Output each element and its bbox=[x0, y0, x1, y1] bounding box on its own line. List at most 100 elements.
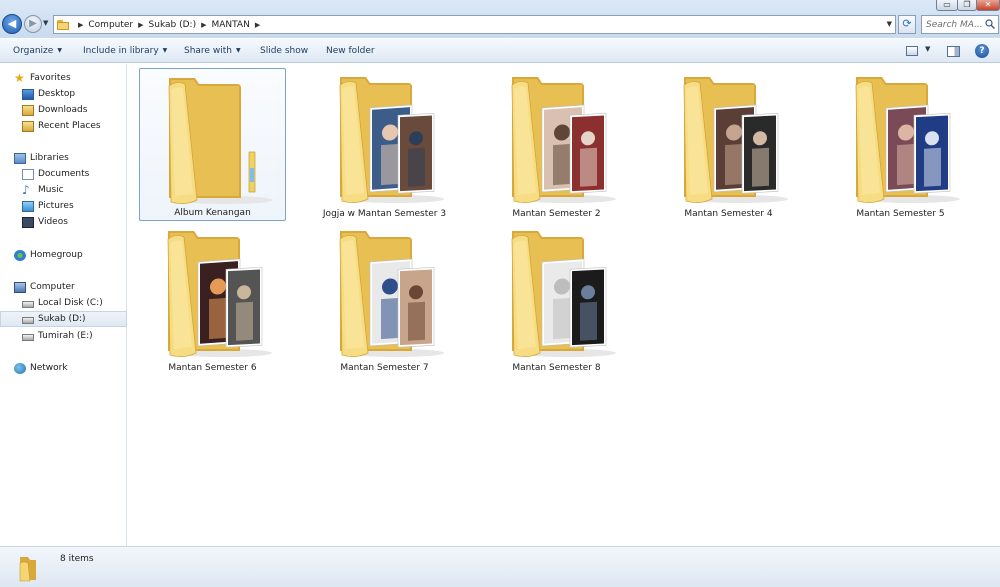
maximize-button[interactable]: ❐ bbox=[957, 0, 977, 11]
sidebar-item-label: Tumirah (E:) bbox=[38, 331, 93, 341]
folder-icon bbox=[339, 231, 444, 357]
recent-pages-button[interactable]: ▼ bbox=[43, 19, 48, 27]
folder-tile[interactable]: Album Kenangan bbox=[139, 68, 286, 221]
sidebar-item-network[interactable]: Network bbox=[0, 360, 127, 376]
help-icon[interactable]: ? bbox=[975, 44, 989, 58]
documents-icon bbox=[22, 168, 34, 180]
breadcrumb-drive[interactable]: Sukab (D:) bbox=[149, 20, 197, 30]
libraries-icon bbox=[14, 152, 26, 164]
folder-name: Mantan Semester 5 bbox=[856, 209, 945, 219]
folder-icon bbox=[855, 77, 960, 203]
folder-tile[interactable]: Mantan Semester 8 bbox=[483, 222, 630, 375]
search-box[interactable] bbox=[921, 15, 999, 34]
sidebar-item-label: Videos bbox=[38, 217, 68, 227]
star-icon: ★ bbox=[14, 70, 25, 85]
chevron-down-icon: ▼ bbox=[43, 19, 49, 27]
sidebar-item-pictures[interactable]: Pictures bbox=[0, 198, 127, 214]
folder-tile[interactable]: Mantan Semester 4 bbox=[655, 68, 802, 221]
videos-icon bbox=[22, 216, 34, 228]
sidebar-item-label: Desktop bbox=[38, 89, 76, 99]
sidebar-item-tumirah-e[interactable]: Tumirah (E:) bbox=[0, 328, 127, 344]
search-icon[interactable] bbox=[985, 19, 995, 29]
hard-drive-icon bbox=[22, 301, 34, 308]
sidebar-item-sukab-d[interactable]: Sukab (D:) bbox=[0, 311, 127, 327]
command-bar: Organize ▼ Include in library ▼ Share with… bbox=[0, 38, 1000, 63]
include-in-library-label: Include in library bbox=[83, 46, 159, 56]
sidebar-item-videos[interactable]: Videos bbox=[0, 214, 127, 230]
back-button[interactable]: ◀ bbox=[2, 14, 22, 34]
folder-name: Mantan Semester 7 bbox=[340, 363, 429, 373]
folder-tile[interactable]: Mantan Semester 6 bbox=[139, 222, 286, 375]
share-with-button[interactable]: Share with ▼ bbox=[184, 39, 241, 63]
sidebar-item-homegroup[interactable]: Homegroup bbox=[0, 247, 127, 263]
folder-icon bbox=[683, 77, 788, 203]
music-icon: ♪ bbox=[22, 182, 30, 197]
refresh-button[interactable]: ⟳ bbox=[898, 15, 916, 34]
sidebar-item-label: Homegroup bbox=[30, 250, 83, 260]
slide-show-button[interactable]: Slide show bbox=[260, 39, 308, 63]
refresh-icon: ⟳ bbox=[902, 17, 912, 30]
folder-tile[interactable]: Mantan Semester 7 bbox=[311, 222, 458, 375]
minimize-button[interactable]: ▭ bbox=[936, 0, 958, 11]
organize-label: Organize bbox=[13, 46, 54, 56]
sidebar-item-label: Music bbox=[38, 185, 64, 195]
sidebar-item-desktop[interactable]: Desktop bbox=[0, 86, 127, 102]
change-view-icon[interactable] bbox=[906, 46, 918, 56]
navigation-pane: ★ Favorites Desktop Downloads Recent Pla… bbox=[0, 64, 127, 546]
arrow-left-icon: ◀ bbox=[7, 17, 17, 30]
address-history-dropdown[interactable]: ▼ bbox=[887, 20, 892, 28]
sidebar-item-local-disk-c[interactable]: Local Disk (C:) bbox=[0, 295, 127, 311]
desktop-icon bbox=[22, 88, 34, 100]
sidebar-item-favorites[interactable]: ★ Favorites bbox=[0, 70, 127, 86]
search-input[interactable] bbox=[922, 19, 982, 30]
sidebar-item-documents[interactable]: Documents bbox=[0, 166, 127, 182]
folder-name: Album Kenangan bbox=[174, 208, 251, 218]
sidebar-item-label: Libraries bbox=[30, 153, 69, 163]
include-in-library-button[interactable]: Include in library ▼ bbox=[83, 39, 167, 63]
organize-button[interactable]: Organize ▼ bbox=[13, 39, 62, 63]
folder-icon bbox=[19, 557, 36, 582]
folder-name: Mantan Semester 6 bbox=[168, 363, 257, 373]
sidebar-item-music[interactable]: ♪ Music bbox=[0, 182, 127, 198]
new-folder-button[interactable]: New folder bbox=[326, 39, 375, 63]
breadcrumb-separator-icon[interactable]: ▶ bbox=[78, 21, 83, 29]
breadcrumb-folder[interactable]: MANTAN bbox=[211, 20, 249, 30]
close-button[interactable]: ✕ bbox=[976, 0, 1000, 11]
breadcrumb-separator-icon[interactable]: ▶ bbox=[201, 21, 206, 29]
folder-name: Jogja w Mantan Semester 3 bbox=[322, 209, 447, 219]
folder-name: Mantan Semester 4 bbox=[684, 209, 773, 219]
folder-icon bbox=[167, 231, 272, 357]
folder-tile[interactable]: Mantan Semester 5 bbox=[827, 68, 974, 221]
chevron-down-icon: ▼ bbox=[162, 47, 168, 54]
forward-button[interactable]: ▶ bbox=[24, 15, 42, 33]
file-list: Album Kenangan Jogja w Mantan Semester 3 M… bbox=[128, 64, 1000, 546]
sidebar-item-computer[interactable]: Computer bbox=[0, 279, 127, 295]
sidebar-item-label: Documents bbox=[38, 169, 90, 179]
folder-tile[interactable]: Jogja w Mantan Semester 3 bbox=[311, 68, 458, 221]
recent-places-icon bbox=[22, 120, 34, 132]
computer-icon bbox=[14, 281, 26, 293]
downloads-icon bbox=[22, 104, 34, 116]
details-pane: 8 items bbox=[0, 546, 1000, 587]
share-with-label: Share with bbox=[184, 46, 232, 56]
breadcrumb-separator-icon[interactable]: ▶ bbox=[255, 21, 260, 29]
item-count: 8 items bbox=[60, 554, 94, 564]
pictures-icon bbox=[22, 200, 34, 212]
title-bar: ▭ ❐ ✕ ◀ ▶ ▼ ▶ Computer ▶ Sukab (D:) ▶ MA… bbox=[0, 0, 1000, 38]
sidebar-item-label: Favorites bbox=[30, 73, 71, 83]
sidebar-item-recent-places[interactable]: Recent Places bbox=[0, 118, 127, 134]
folder-tile[interactable]: Mantan Semester 2 bbox=[483, 68, 630, 221]
sidebar-item-libraries[interactable]: Libraries bbox=[0, 150, 127, 166]
breadcrumb-separator-icon[interactable]: ▶ bbox=[138, 21, 143, 29]
preview-pane-icon[interactable] bbox=[947, 46, 960, 57]
address-bar[interactable]: ▶ Computer ▶ Sukab (D:) ▶ MANTAN ▶ ▼ bbox=[53, 15, 896, 34]
network-icon bbox=[14, 362, 26, 374]
folder-icon bbox=[57, 19, 69, 30]
breadcrumb-computer[interactable]: Computer bbox=[88, 20, 133, 30]
sidebar-item-downloads[interactable]: Downloads bbox=[0, 102, 127, 118]
folder-name: Mantan Semester 2 bbox=[512, 209, 601, 219]
view-options-dropdown[interactable]: ▼ bbox=[925, 45, 930, 59]
hard-drive-icon bbox=[22, 334, 34, 341]
folder-icon bbox=[511, 77, 616, 203]
sidebar-item-label: Pictures bbox=[38, 201, 74, 211]
